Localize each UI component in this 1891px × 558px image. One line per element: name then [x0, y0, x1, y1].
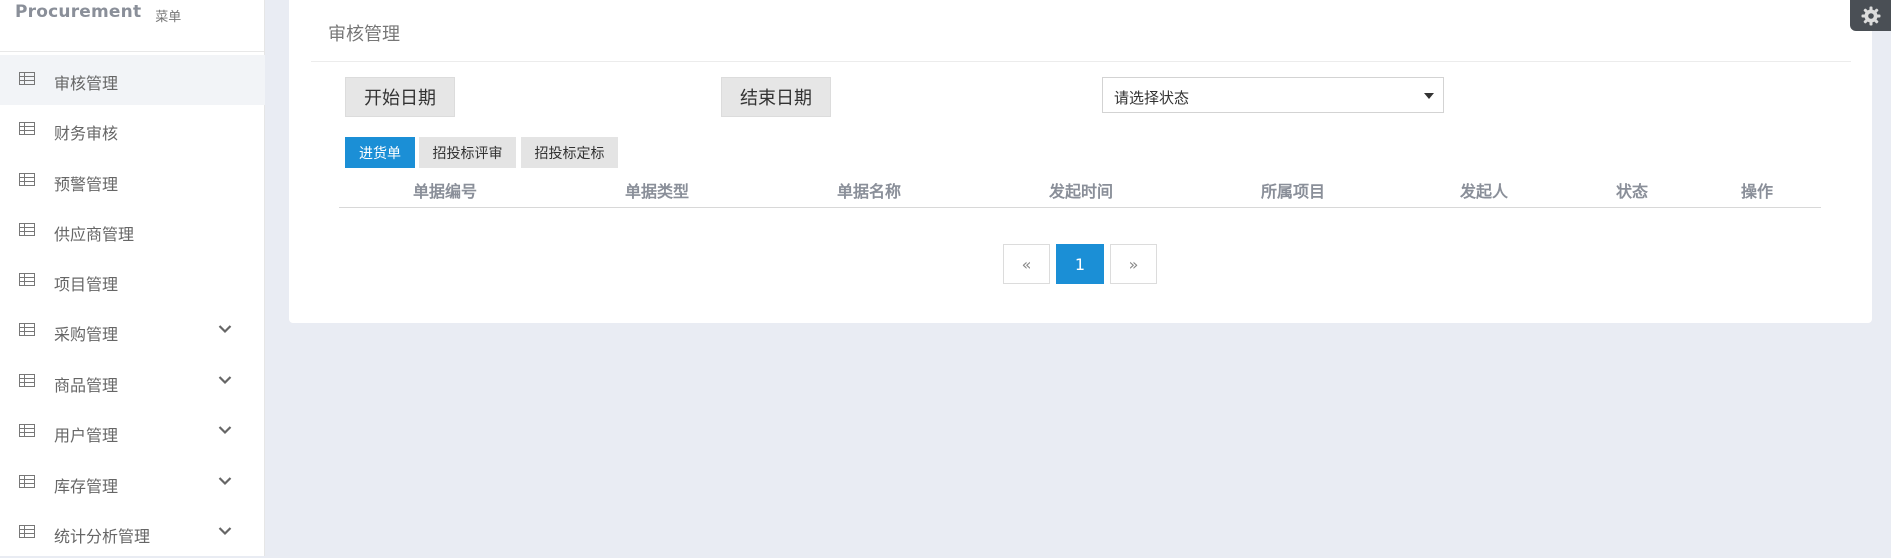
sidebar-item-procurement[interactable]: 采购管理 — [0, 306, 265, 356]
pagination-prev[interactable]: « — [1003, 244, 1050, 284]
table-icon — [19, 525, 35, 538]
status-select-value: 请选择状态 — [1114, 89, 1190, 107]
sidebar-item-label: 财务审核 — [54, 124, 119, 143]
chevron-down-icon[interactable] — [218, 526, 232, 536]
sidebar-item-label: 供应商管理 — [54, 225, 135, 244]
settings-button[interactable] — [1850, 0, 1891, 31]
chevron-down-icon[interactable] — [218, 476, 232, 486]
column-header: 单据名称 — [836, 182, 902, 201]
sidebar-item-label: 用户管理 — [54, 426, 119, 445]
column-header: 状态 — [1615, 182, 1649, 201]
sidebar-item-goods[interactable]: 商品管理 — [0, 357, 265, 407]
sidebar-item-label: 采购管理 — [54, 325, 119, 344]
column-header: 操作 — [1740, 182, 1774, 201]
brand-name: Procurement — [15, 2, 142, 22]
chevron-down-icon[interactable] — [218, 425, 232, 435]
table-icon — [19, 323, 35, 336]
sidebar-item-audit[interactable]: 审核管理 — [0, 55, 265, 105]
pagination-next[interactable]: » — [1110, 244, 1157, 284]
sidebar-item-warning[interactable]: 预警管理 — [0, 156, 265, 206]
table-icon — [19, 273, 35, 286]
column-header: 所属项目 — [1260, 182, 1326, 201]
start-date-button[interactable]: 开始日期 — [345, 77, 455, 117]
caret-down-icon — [1424, 93, 1434, 99]
column-header: 发起时间 — [1048, 182, 1114, 201]
main-panel: 审核管理 开始日期 结束日期 请选择状态 进货单 招投标评审 招投标定标 单据编… — [289, 0, 1872, 323]
column-header: 发起人 — [1459, 182, 1509, 201]
table-icon — [19, 374, 35, 387]
divider — [311, 61, 1851, 62]
sidebar-item-users[interactable]: 用户管理 — [0, 407, 265, 457]
sidebar-item-finance-audit[interactable]: 财务审核 — [0, 105, 265, 155]
table-icon — [19, 223, 35, 236]
sidebar-item-inventory[interactable]: 库存管理 — [0, 458, 265, 508]
pagination-page-1[interactable]: 1 — [1056, 244, 1104, 284]
table-header: 单据编号 单据类型 单据名称 发起时间 所属项目 发起人 状态 操作 — [339, 169, 1821, 208]
sidebar-item-supplier[interactable]: 供应商管理 — [0, 206, 265, 256]
table-icon — [19, 72, 35, 85]
table-icon — [19, 173, 35, 186]
brand: Procurement 菜单 — [0, 0, 264, 52]
sidebar-item-label: 商品管理 — [54, 376, 119, 395]
sidebar-item-label: 项目管理 — [54, 275, 119, 294]
page-title: 审核管理 — [328, 24, 400, 45]
tab-bid-award[interactable]: 招投标定标 — [521, 137, 618, 168]
sidebar-item-project[interactable]: 项目管理 — [0, 256, 265, 306]
table-icon — [19, 475, 35, 488]
sidebar-item-label: 审核管理 — [54, 74, 119, 93]
chevron-down-icon[interactable] — [218, 375, 232, 385]
sidebar-item-label: 库存管理 — [54, 477, 119, 496]
menu-label: 菜单 — [155, 10, 182, 25]
sidebar-item-label: 统计分析管理 — [54, 527, 151, 546]
column-header: 单据类型 — [624, 182, 690, 201]
sidebar: Procurement 菜单 审核管理 财务审核 预警管理 供应商管理 项目管理… — [0, 0, 265, 556]
column-header: 单据编号 — [412, 182, 478, 201]
table-icon — [19, 424, 35, 437]
tab-bid-review[interactable]: 招投标评审 — [419, 137, 516, 168]
sidebar-item-label: 预警管理 — [54, 175, 119, 194]
table-icon — [19, 122, 35, 135]
end-date-button[interactable]: 结束日期 — [721, 77, 831, 117]
status-select[interactable]: 请选择状态 — [1102, 77, 1444, 113]
chevron-down-icon[interactable] — [218, 324, 232, 334]
gear-icon — [1861, 6, 1880, 25]
tab-purchase-order[interactable]: 进货单 — [345, 137, 415, 168]
sidebar-item-statistics[interactable]: 统计分析管理 — [0, 508, 265, 558]
